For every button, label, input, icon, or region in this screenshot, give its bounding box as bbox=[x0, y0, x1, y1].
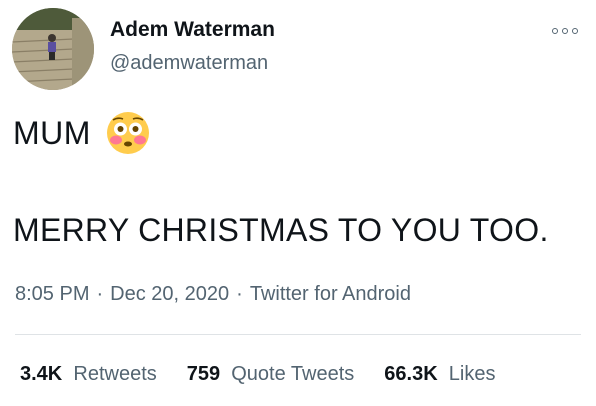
avatar-photo bbox=[12, 8, 94, 90]
separator: · bbox=[96, 283, 104, 305]
tweet-date[interactable]: Dec 20, 2020 bbox=[110, 283, 229, 306]
tweet-stats: 3.4K Retweets 759 Quote Tweets 66.3K Lik… bbox=[20, 363, 526, 386]
tweet-source[interactable]: Twitter for Android bbox=[250, 283, 411, 306]
dot bbox=[552, 28, 558, 34]
retweets-stat[interactable]: 3.4K Retweets bbox=[20, 363, 157, 386]
more-options-icon[interactable] bbox=[552, 26, 578, 36]
author-handle[interactable]: @ademwaterman bbox=[110, 52, 268, 75]
separator: · bbox=[236, 283, 243, 305]
flushed-face-icon bbox=[106, 112, 149, 154]
divider bbox=[15, 334, 581, 335]
tweet-meta: 8:05 PM · Dec 20, 2020 · Twitter for And… bbox=[15, 283, 411, 306]
tweet-text-line-2: MERRY CHRISTMAS TO YOU TOO. bbox=[13, 212, 549, 248]
author-name[interactable]: Adem Waterman bbox=[110, 18, 275, 42]
tweet-text-line-1: MUM bbox=[13, 111, 150, 155]
dot bbox=[572, 28, 578, 34]
likes-stat[interactable]: 66.3K Likes bbox=[384, 363, 495, 386]
quote-tweets-stat[interactable]: 759 Quote Tweets bbox=[187, 363, 355, 386]
quote-tweets-count: 759 bbox=[186, 363, 226, 385]
likes-label: Likes bbox=[448, 363, 496, 385]
tweet-text: MUM bbox=[13, 114, 91, 151]
quote-tweets-label: Quote Tweets bbox=[231, 363, 355, 385]
avatar[interactable] bbox=[12, 8, 94, 90]
retweets-label: Retweets bbox=[73, 363, 157, 385]
dot bbox=[562, 28, 568, 34]
tweet-time[interactable]: 8:05 PM bbox=[15, 283, 89, 306]
retweets-count: 3.4K bbox=[20, 363, 68, 385]
likes-count: 66.3K bbox=[384, 363, 444, 385]
